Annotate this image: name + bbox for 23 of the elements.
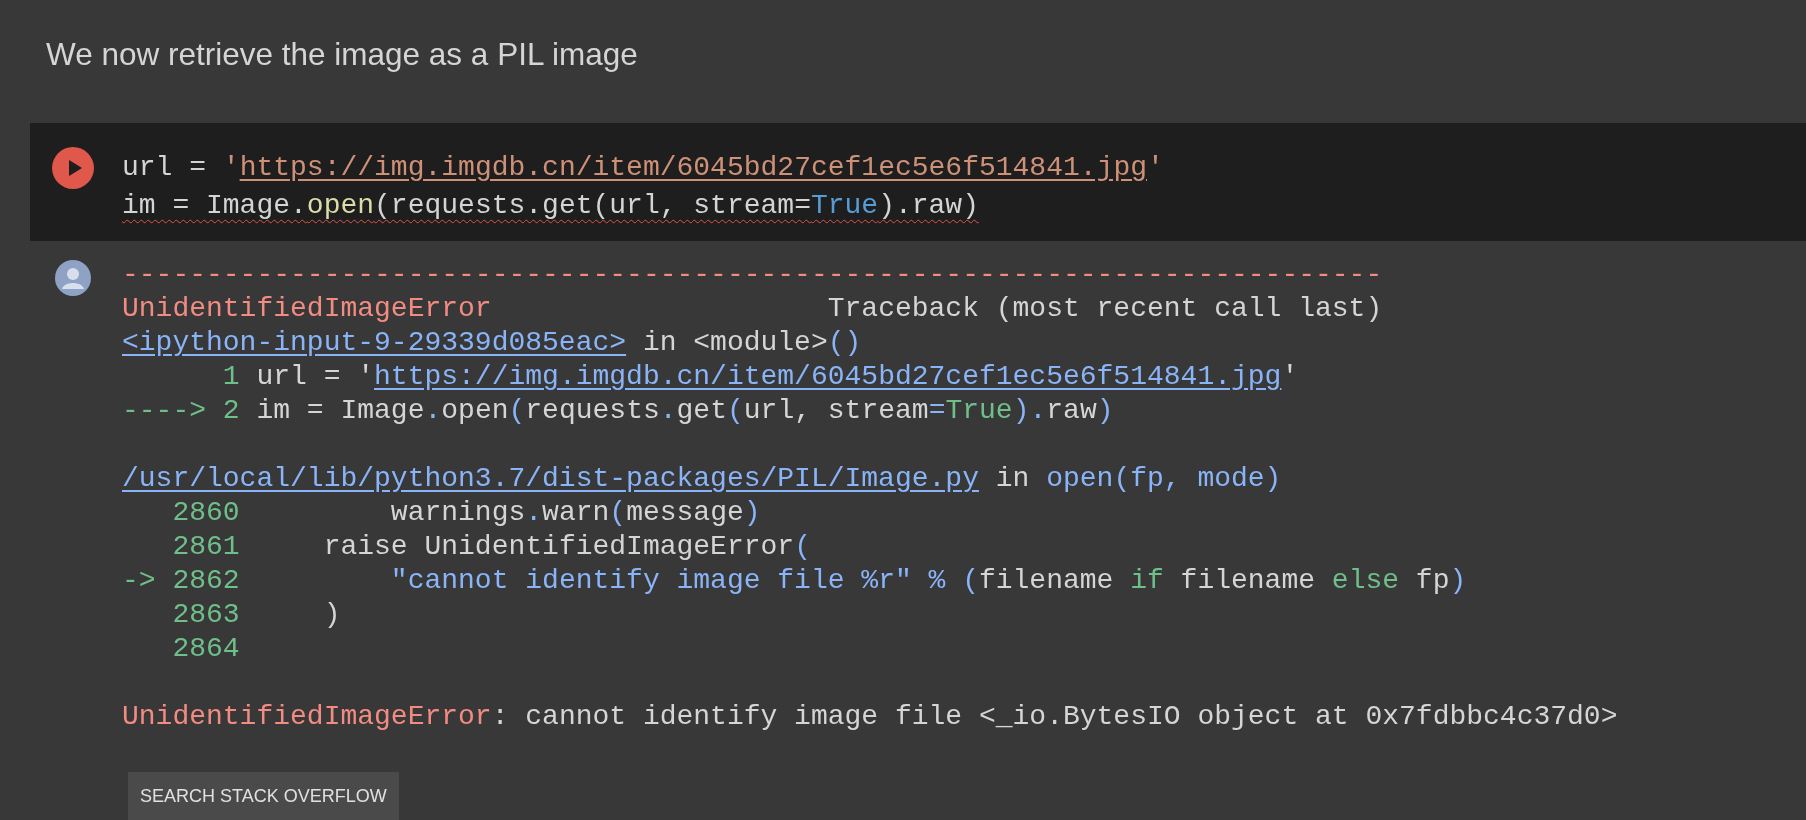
traceback-line: ----> 2 im = Image.open(requests.get(url, stream=True).raw) <box>122 394 1115 428</box>
file-link[interactable]: /usr/local/lib/python3.7/dist-packages/PIL/Image.py <box>122 463 979 494</box>
traceback-line: 2860 warnings.warn(message) <box>171 496 762 530</box>
search-stack-overflow-button[interactable]: SEARCH STACK OVERFLOW <box>128 772 399 820</box>
traceback-line: 2861 raise UnidentifiedImageError( <box>171 530 812 564</box>
traceback-line: <ipython-input-9-29339d085eac> in <module>() <box>122 326 863 360</box>
file-link[interactable]: https://img.imgdb.cn/item/6045bd27cef1ec5e6f514841.jpg <box>374 361 1282 392</box>
markdown-text: We now retrieve the image as a PIL image <box>45 35 639 72</box>
file-link[interactable]: <ipython-input-9-29339d085eac> <box>122 327 627 358</box>
traceback-line: 1 url = 'https://img.imgdb.cn/item/6045bd27cef1ec5e6f514841.jpg' <box>221 360 1300 394</box>
traceback-line: 2863 ) <box>171 598 342 632</box>
run-button[interactable] <box>52 147 94 189</box>
traceback-line: 2864 <box>171 632 241 666</box>
user-avatar-icon <box>55 260 91 296</box>
traceback-line: -> 2862 "cannot identify image file %r" % (filename if filename else fp) <box>122 564 1468 598</box>
play-icon <box>67 159 83 177</box>
traceback-line: /usr/local/lib/python3.7/dist-packages/PIL/Image.py in open(fp, mode) <box>122 462 1283 496</box>
url-link[interactable]: https://img.imgdb.cn/item/6045bd27cef1ec5e6f514841.jpg <box>239 152 1147 183</box>
code-line: im = Image.open(requests.get(url, stream=True).raw) <box>122 189 979 223</box>
code-line: url = 'https://img.imgdb.cn/item/6045bd27cef1ec5e6f514841.jpg' <box>122 151 1164 185</box>
traceback-line: UnidentifiedImageError: cannot identify image file <_io.BytesIO object at 0x7fdbbc4c37d0> <box>122 700 1618 734</box>
traceback-line: --------------------------------------------------------------------------- <box>122 258 1384 292</box>
traceback-line: UnidentifiedImageError Traceback (most recent call last) <box>122 292 1384 326</box>
